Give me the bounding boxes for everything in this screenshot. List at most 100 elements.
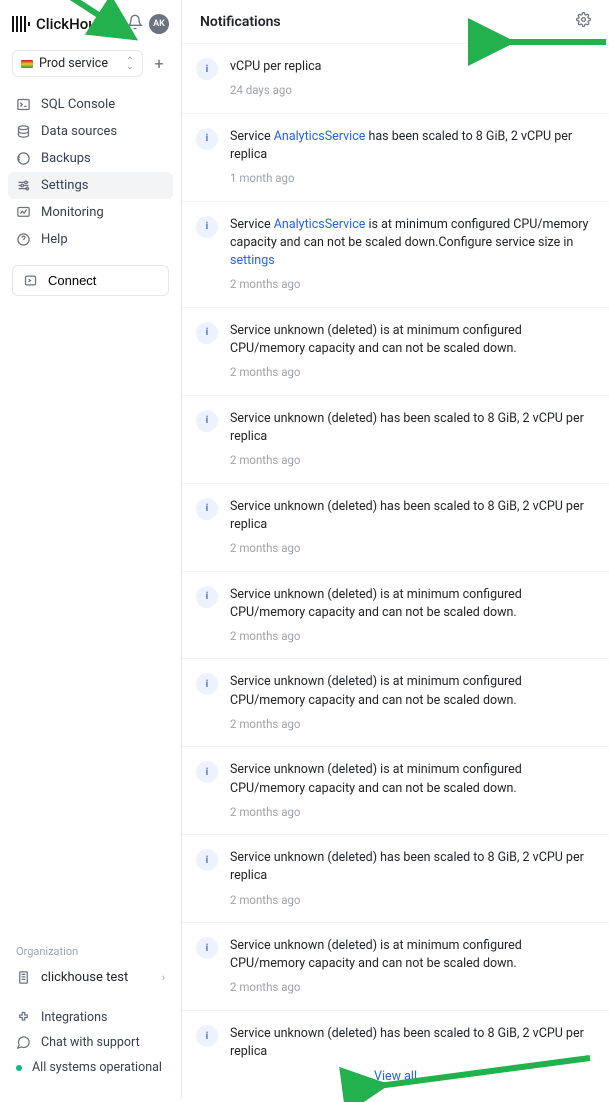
notification-item[interactable]: i Service unknown (deleted) is at minimum…	[182, 746, 609, 834]
notification-message: Service unknown (deleted) has been scale…	[230, 410, 591, 446]
notification-time: 2 months ago	[230, 716, 591, 733]
organization-item[interactable]: clickhouse test ›	[0, 964, 181, 991]
sidebar-link-integrations[interactable]: Integrations	[0, 1005, 181, 1030]
info-icon: i	[196, 322, 218, 344]
info-icon: i	[196, 216, 218, 238]
info-icon: i	[196, 498, 218, 520]
data-sources-icon	[16, 124, 31, 139]
notification-link[interactable]: AnalyticsService	[274, 217, 366, 232]
sidebar-bottom: Organization clickhouse test › Integrati…	[0, 933, 181, 1088]
connect-icon	[23, 273, 38, 288]
info-icon: i	[196, 586, 218, 608]
add-service-button[interactable]: +	[149, 54, 169, 73]
monitoring-icon	[16, 205, 31, 220]
view-all-link[interactable]: View all	[182, 1059, 609, 1098]
integrations-icon	[16, 1010, 31, 1025]
sidebar-nav: SQL Console Data sources Backups Settings Mo…	[0, 87, 181, 257]
notification-time: 2 months ago	[230, 979, 591, 996]
notification-link[interactable]: AnalyticsService	[274, 129, 366, 144]
notification-item[interactable]: i Service unknown (deleted) is at minimum…	[182, 922, 609, 1010]
info-icon: i	[196, 849, 218, 871]
notification-message: Service unknown (deleted) has been scale…	[230, 1025, 591, 1059]
connect-button[interactable]: Connect	[12, 265, 169, 296]
notification-time: 2 months ago	[230, 804, 591, 821]
sidebar-item-label: Settings	[41, 178, 88, 193]
sidebar-item-label: SQL Console	[41, 97, 115, 112]
info-icon: i	[196, 58, 218, 80]
notification-link[interactable]: settings	[230, 253, 275, 268]
user-avatar[interactable]: AK	[149, 14, 169, 34]
notification-message: Service unknown (deleted) is at minimum …	[230, 673, 591, 709]
info-icon: i	[196, 761, 218, 783]
notification-item[interactable]: i Service unknown (deleted) has been scal…	[182, 395, 609, 483]
sidebar-item-sql-console[interactable]: SQL Console	[8, 91, 173, 118]
sidebar-link-status[interactable]: All systems operational	[0, 1055, 181, 1080]
notification-message: Service unknown (deleted) is at minimum …	[230, 322, 591, 358]
notification-item[interactable]: i Service unknown (deleted) is at minimum…	[182, 571, 609, 659]
sidebar-item-help[interactable]: Help	[8, 226, 173, 253]
status-label: All systems operational	[32, 1060, 162, 1075]
panel-title: Notifications	[200, 14, 281, 30]
service-selector[interactable]: Prod service ⌃⌄	[12, 50, 143, 77]
organization-section-label: Organization	[0, 941, 181, 964]
integrations-label: Integrations	[41, 1010, 107, 1025]
notification-time: 2 months ago	[230, 276, 591, 293]
chevron-updown-icon: ⌃⌄	[126, 59, 134, 69]
info-icon: i	[196, 937, 218, 959]
sidebar: ClickHouse AK Prod service ⌃⌄ + SQL Cons…	[0, 0, 182, 1098]
notification-message: vCPU per replica	[230, 58, 321, 76]
notification-item[interactable]: i Service unknown (deleted) has been scal…	[182, 1010, 609, 1059]
connect-label: Connect	[48, 273, 96, 288]
clickhouse-logo-icon	[12, 16, 30, 32]
info-icon: i	[196, 410, 218, 432]
service-status-icon	[21, 60, 33, 68]
notification-item[interactable]: i Service unknown (deleted) has been scal…	[182, 483, 609, 571]
notification-message: Service unknown (deleted) has been scale…	[230, 849, 591, 885]
notification-item[interactable]: i Service unknown (deleted) has been scal…	[182, 834, 609, 922]
info-icon: i	[196, 673, 218, 695]
brand-name: ClickHouse	[36, 15, 112, 33]
chevron-right-icon: ›	[162, 971, 165, 984]
notification-message: Service unknown (deleted) is at minimum …	[230, 761, 591, 797]
service-name: Prod service	[39, 56, 108, 71]
notification-time: 24 days ago	[230, 82, 321, 99]
notification-item[interactable]: iService AnalyticsService has been scale…	[182, 113, 609, 201]
sql-console-icon	[16, 97, 31, 112]
main-panel: Notifications i vCPU per replica 24 days a…	[182, 0, 609, 1098]
chat-label: Chat with support	[41, 1035, 140, 1050]
notification-time: 2 months ago	[230, 452, 591, 469]
backups-icon	[16, 151, 31, 166]
chat-icon	[16, 1035, 31, 1050]
sidebar-item-settings[interactable]: Settings	[8, 172, 173, 199]
info-icon: i	[196, 128, 218, 150]
notification-time: 2 months ago	[230, 540, 591, 557]
notification-item[interactable]: i Service unknown (deleted) is at minimum…	[182, 307, 609, 395]
sidebar-item-label: Help	[41, 232, 68, 247]
notification-time: 1 month ago	[230, 170, 591, 187]
sidebar-item-backups[interactable]: Backups	[8, 145, 173, 172]
notification-item[interactable]: i Service unknown (deleted) is at minimum…	[182, 658, 609, 746]
notification-time: 2 months ago	[230, 892, 591, 909]
notification-item[interactable]: i Service AnalyticsService is at minimum …	[182, 201, 609, 307]
brand[interactable]: ClickHouse AK	[0, 10, 181, 46]
notification-message: Service unknown (deleted) is at minimum …	[230, 586, 591, 622]
notification-time: 2 months ago	[230, 364, 591, 381]
info-icon: i	[196, 1025, 218, 1047]
notification-item[interactable]: i vCPU per replica 24 days ago	[182, 43, 609, 113]
settings-gear-icon[interactable]	[576, 12, 591, 31]
sidebar-item-label: Monitoring	[41, 205, 104, 220]
notification-message: Service AnalyticsService is at minimum c…	[230, 216, 591, 270]
organization-name: clickhouse test	[41, 970, 128, 985]
sidebar-item-label: Backups	[41, 151, 91, 166]
sidebar-item-monitoring[interactable]: Monitoring	[8, 199, 173, 226]
notification-time: 2 months ago	[230, 628, 591, 645]
notification-list: ivCPU per replica24 days agoiService Ana…	[182, 43, 609, 1059]
sidebar-link-chat[interactable]: Chat with support	[0, 1030, 181, 1055]
notification-message: Service unknown (deleted) is at minimum …	[230, 937, 591, 973]
settings-icon	[16, 178, 31, 193]
notification-message: Service unknown (deleted) has been scale…	[230, 498, 591, 534]
notifications-bell-icon[interactable]	[127, 14, 143, 34]
sidebar-item-label: Data sources	[41, 124, 117, 139]
panel-header: Notifications	[182, 0, 609, 43]
sidebar-item-data-sources[interactable]: Data sources	[8, 118, 173, 145]
